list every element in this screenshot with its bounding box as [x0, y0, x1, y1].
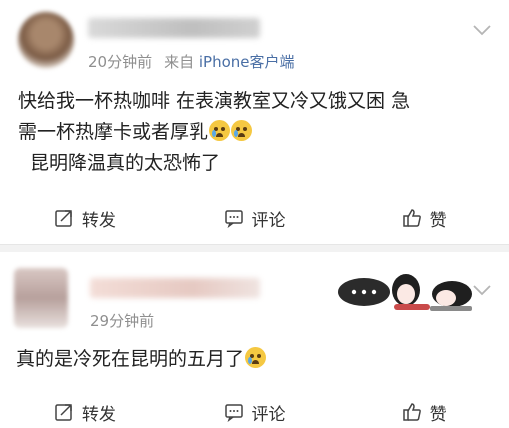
chevron-down-icon[interactable] [473, 284, 491, 296]
repost-label: 转发 [81, 404, 116, 425]
like-button[interactable]: 赞 [339, 196, 509, 240]
comment-icon [224, 210, 243, 228]
content-line: 真的是冷死在昆明的五月了 [16, 348, 245, 370]
like-label: 赞 [429, 404, 447, 425]
like-label: 赞 [429, 210, 447, 231]
comment-button[interactable]: 评论 [170, 196, 340, 240]
username-blurred[interactable] [88, 18, 260, 38]
repost-icon [55, 404, 72, 421]
post-meta: 29分钟前 [90, 310, 154, 331]
comment-button[interactable]: 评论 [170, 390, 340, 428]
post-divider [0, 244, 509, 252]
weibo-post: 29分钟前 真的是冷死在昆明的五月了 转发 评论 赞 [0, 252, 509, 428]
content-line: 需一杯热摩卡或者厚乳 [18, 121, 209, 143]
comment-label: 评论 [251, 404, 286, 425]
action-bar: 转发 评论 赞 [0, 196, 509, 240]
action-bar: 转发 评论 赞 [0, 390, 509, 428]
like-button[interactable]: 赞 [339, 390, 509, 428]
repost-icon [55, 210, 72, 227]
post-time: 29分钟前 [90, 312, 155, 330]
repost-button[interactable]: 转发 [0, 196, 170, 240]
comment-label: 评论 [251, 210, 286, 231]
weibo-post: 20分钟前 来自 iPhone客户端 快给我一杯热咖啡 在表演教室又冷又饿又困 急… [0, 0, 509, 244]
source-device-link[interactable]: iPhone客户端 [199, 53, 295, 71]
repost-label: 转发 [81, 210, 116, 231]
username-blurred[interactable] [90, 278, 260, 298]
cartoon-sticker-decoration [338, 274, 472, 311]
thumbs-up-icon [402, 209, 421, 227]
content-line: 昆明降温真的太恐怖了 [30, 152, 221, 174]
avatar[interactable] [14, 268, 68, 328]
post-content: 真的是冷死在昆明的五月了 [16, 344, 493, 375]
avatar[interactable] [18, 12, 74, 68]
post-meta: 20分钟前 来自 iPhone客户端 [88, 51, 295, 72]
content-line: 快给我一杯热咖啡 在表演教室又冷又饿又困 急 [18, 90, 411, 112]
crying-face-emoji [245, 347, 267, 368]
content-line-with-emoji: 真的是冷死在昆明的五月了 [16, 344, 493, 375]
post-content: 快给我一杯热咖啡 在表演教室又冷又饿又困 急 需一杯热摩卡或者厚乳 昆明降温真的… [18, 86, 493, 179]
repost-button[interactable]: 转发 [0, 390, 170, 428]
thumbs-up-icon [402, 403, 421, 421]
comment-icon [224, 404, 243, 422]
chevron-down-icon[interactable] [473, 24, 491, 36]
content-line-with-emoji: 需一杯热摩卡或者厚乳 [18, 117, 493, 148]
crying-face-emoji [231, 120, 253, 141]
crying-face-emoji [209, 120, 231, 141]
source-prefix: 来自 [164, 53, 195, 71]
post-time: 20分钟前 [88, 53, 153, 71]
